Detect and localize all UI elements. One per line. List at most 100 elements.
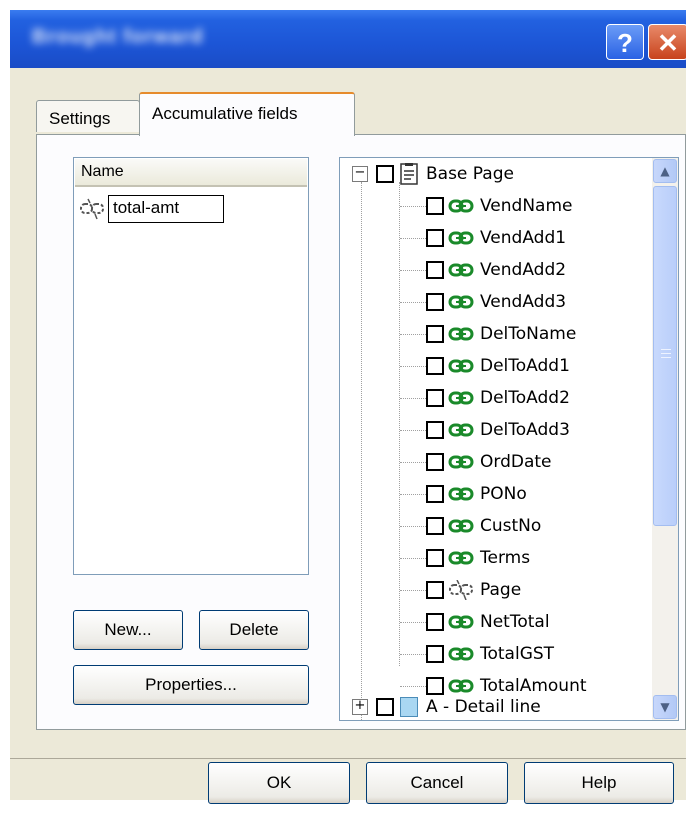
tree-checkbox[interactable] [426,613,444,631]
tree-item-label: DelToAdd1 [480,356,570,376]
tree-item-label: DelToAdd2 [480,388,570,408]
tree-checkbox[interactable] [426,485,444,503]
tree-connector [361,182,362,720]
tree-scrollbar[interactable]: ▲ ▼ [652,158,678,720]
tree-item-label: PONo [480,484,527,504]
link-icon [448,324,474,344]
cancel-button[interactable]: Cancel [366,762,508,804]
link-icon [448,292,474,312]
tree-connector [400,654,426,655]
tree-connector [400,494,426,495]
tree-item[interactable]: VendAdd1 [426,222,566,254]
scroll-up-icon[interactable]: ▲ [653,159,677,183]
tree-item[interactable]: DelToAdd1 [426,350,570,382]
tree-checkbox[interactable] [426,645,444,663]
tree-connector [400,590,426,591]
link-icon [448,420,474,440]
thumb-grip [661,349,671,350]
help-icon[interactable]: ? [606,24,644,60]
tab-panel: Name total-amt New... Delete Properties.… [36,134,686,730]
scroll-down-icon[interactable]: ▼ [653,695,677,719]
tree-connector [400,430,426,431]
tree-connector [400,398,426,399]
close-icon[interactable]: ✕ [648,24,686,60]
tree-checkbox[interactable] [426,421,444,439]
tree-checkbox[interactable] [426,581,444,599]
tree-item[interactable]: DelToAdd2 [426,382,570,414]
tree-connector [400,238,426,239]
tree-checkbox[interactable] [426,517,444,535]
tree-connector [400,302,426,303]
tree-checkbox[interactable] [426,389,444,407]
tree-item[interactable]: OrdDate [426,446,552,478]
tree-item-label: OrdDate [480,452,552,472]
thumb-grip [661,357,671,358]
tree-connector [400,558,426,559]
fields-list[interactable]: Name total-amt [73,157,309,575]
delete-button[interactable]: Delete [199,610,309,650]
tree-item[interactable]: NetTotal [426,606,550,638]
tree-item-label: Terms [480,548,531,568]
tree-connector [400,526,426,527]
tree-checkbox[interactable] [376,698,394,716]
link-icon [448,484,474,504]
link-icon [448,452,474,472]
dialog-window: Brought forward ? ✕ Settings Accumulativ… [10,10,686,804]
help-button[interactable]: Help [524,762,674,804]
new-button[interactable]: New... [73,610,183,650]
tree-item[interactable]: VendAdd2 [426,254,566,286]
tree-checkbox[interactable] [376,165,394,183]
tree-item-label: VendAdd3 [480,292,567,312]
tree-item[interactable]: DelToAdd3 [426,414,570,446]
tree-checkbox[interactable] [426,197,444,215]
tree-connector [400,686,426,687]
title-bar[interactable]: Brought forward ? ✕ [10,10,686,68]
link-icon [448,676,474,696]
tree-item-label: VendName [480,196,573,216]
tree-item-label: TotalAmount [480,676,587,696]
page-icon [400,163,418,185]
tree-item-label: DelToName [480,324,577,344]
tree-expander[interactable]: − [352,166,368,182]
tree-item[interactable]: TotalGST [426,638,554,670]
tree-checkbox[interactable] [426,261,444,279]
tab-settings[interactable]: Settings [36,100,140,132]
tree-item-label: Base Page [426,164,514,184]
tree-item[interactable]: Terms [426,542,530,574]
tree-expander[interactable]: + [352,699,368,715]
tab-accumulative-fields[interactable]: Accumulative fields [139,92,355,136]
tree-item[interactable]: VendName [426,190,573,222]
ok-button[interactable]: OK [208,762,350,804]
tree-checkbox[interactable] [426,549,444,567]
tree-connector [400,462,426,463]
tree-item-label: VendAdd2 [480,260,567,280]
tree-checkbox[interactable] [426,677,444,695]
link-icon [448,644,474,664]
tree-item[interactable]: CustNo [426,510,541,542]
tree-checkbox[interactable] [426,229,444,247]
footer-divider [10,758,686,759]
properties-button[interactable]: Properties... [73,665,309,705]
tree-checkbox[interactable] [426,357,444,375]
tree-connector [400,366,426,367]
tree-checkbox[interactable] [426,453,444,471]
scroll-thumb[interactable] [653,186,677,526]
thumb-grip [661,353,671,354]
tree-checkbox[interactable] [426,325,444,343]
field-tree[interactable]: − Base Page + A - Detail line VendName V… [339,157,679,721]
link-icon [448,228,474,248]
tree-item[interactable]: VendAdd3 [426,286,566,318]
tree-item[interactable]: PONo [426,478,527,510]
tree-checkbox[interactable] [426,293,444,311]
field-name-edit[interactable]: total-amt [108,195,224,223]
tree-connector [399,182,400,666]
tree-connector [400,270,426,271]
link-icon [448,196,474,216]
tree-item[interactable]: DelToName [426,318,576,350]
tree-connector [400,334,426,335]
tree-item-base-page[interactable]: − Base Page [352,158,514,190]
tree-item[interactable]: TotalAmount [426,670,587,702]
list-header-name[interactable]: Name [75,159,307,187]
tree-item[interactable]: Page [426,574,521,606]
list-item[interactable]: total-amt [78,194,224,224]
